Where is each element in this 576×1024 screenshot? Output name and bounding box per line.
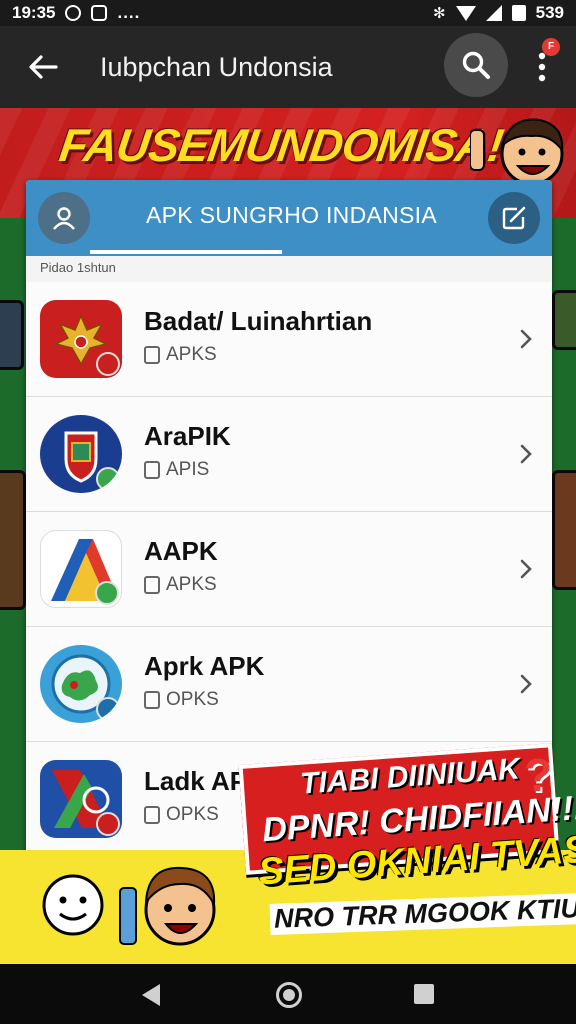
screen: 19:35 .... ✻ 539 Iubpchan Undonsia F FAU… [0,0,576,1024]
app-type: OPKS [144,804,219,826]
decor-game-card-right [552,470,576,590]
mascot-boy-icon [119,866,216,946]
map-globe-icon [40,645,122,723]
check-badge-icon [96,467,120,491]
app-name: AAPK [144,536,218,566]
nav-back-button[interactable] [142,984,160,1006]
section-label: Pidao 1shtun [40,260,116,275]
app-name: AraPIK [144,421,231,451]
list-item[interactable]: Aprk APK OPKS [26,627,552,742]
notification-badge: F [542,38,560,56]
bluetooth-icon: ✻ [433,5,446,22]
system-nav-bar [0,964,576,1024]
package-icon [144,576,160,594]
chevron-right-icon [514,554,538,584]
battery-percent: 539 [535,3,564,22]
app-type-label: APKS [166,344,217,365]
package-icon [144,806,160,824]
wifi-icon [455,5,476,21]
garuda-emblem-icon [40,300,122,378]
status-time: 19:35 [12,3,56,22]
list-item[interactable]: AraPIK APIS [26,397,552,512]
app-type: APKS [144,574,217,596]
nav-recents-button[interactable] [414,984,434,1004]
battery-icon [511,5,526,21]
app-type-label: APIS [166,459,210,480]
more-vertical-icon [538,52,546,82]
verified-badge-icon [96,352,120,376]
app-type: APKS [144,344,217,366]
app-title: Iubpchan Undonsia [100,51,333,82]
app-notification-icon [91,5,108,21]
app-name: Badat/ Luinahrtian [144,306,373,336]
app-type-label: OPKS [166,804,219,825]
app-type: APIS [144,459,209,481]
package-icon [144,461,160,479]
shield-emblem-icon [40,415,122,493]
nav-home-button[interactable] [276,982,302,1008]
list-item[interactable]: AAPK APKS [26,512,552,627]
panel-title: APK SUNGRHO INDANSIA [146,202,437,228]
decor-game-card [0,470,26,610]
list-item[interactable]: Badat/ Luinahrtian APKS [26,282,552,397]
diagonal-logo-icon [40,760,122,838]
more-notifications-indicator: .... [117,3,141,22]
search-icon [462,51,490,79]
question-mark-icon: ? [524,749,553,801]
arrow-left-icon [29,55,58,79]
tab-indicator [90,250,282,254]
app-type-label: APKS [166,574,217,595]
alert-badge-icon [96,812,120,836]
package-icon [144,346,160,364]
smiley-face-icon [42,874,104,936]
package-icon [144,691,160,709]
decor-phone-card [0,300,24,370]
user-icon [53,207,75,230]
triangle-logo-icon [40,530,122,608]
tools-badge-icon [96,697,120,721]
decor-phone-card-right [552,290,576,350]
profile-button[interactable] [38,192,90,244]
search-button[interactable] [444,33,508,97]
back-button[interactable] [18,42,68,92]
chevron-right-icon [514,669,538,699]
app-bar: Iubpchan Undonsia F [0,26,576,108]
refresh-badge-icon [95,581,119,605]
chevron-right-icon [514,324,538,354]
edit-button[interactable] [488,192,540,244]
banner-headline: FAUSEMUNDOMISA! [56,119,507,171]
signal-icon [485,5,502,21]
app-type-label: OPKS [166,689,219,710]
app-type: OPKS [144,689,219,711]
panel-header: APK SUNGRHO INDANSIA [26,180,552,256]
status-bar: 19:35 .... ✻ 539 [0,0,576,26]
sync-icon [65,5,82,21]
app-name: Aprk APK [144,651,265,681]
edit-icon [502,206,526,230]
chevron-right-icon [514,439,538,469]
